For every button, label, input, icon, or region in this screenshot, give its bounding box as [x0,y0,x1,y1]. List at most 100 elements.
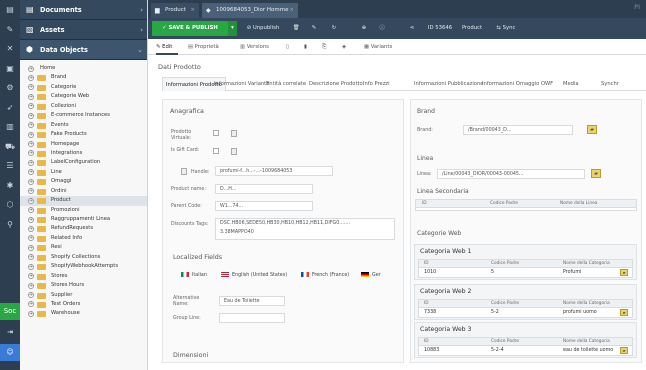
assets-accordion[interactable]: ▧ Assets › [20,20,147,40]
tree-item[interactable]: + Categorie [20,83,147,92]
pencil-icon[interactable]: ✎ [308,21,320,36]
tree-item[interactable]: + Categorie Web [20,92,147,101]
rocket-icon[interactable]: ➶ [0,98,20,118]
wrench-icon[interactable]: ✎ [0,20,20,40]
tree-item[interactable]: + Events [20,121,147,130]
field-tab[interactable]: Media [563,77,579,91]
label-icon[interactable]: ⎘ [322,39,326,55]
tree-item[interactable]: + RefundRequests [20,224,147,233]
alt-name-input[interactable]: Eau de Toilette [219,296,285,306]
save-dropdown-button[interactable]: ▾ [228,21,237,36]
user-avatar[interactable]: ☺ [0,344,20,361]
expand-icon[interactable]: + [28,178,34,185]
expand-icon[interactable]: + [28,131,34,138]
tree-item[interactable]: + Home [20,64,147,73]
cart-icon[interactable]: ⛟ [0,137,20,157]
expand-icon[interactable]: + [28,197,34,204]
tree-item[interactable]: + Omaggi [20,177,147,186]
tree-item[interactable]: + Shopify Collections [20,253,147,262]
field-tab[interactable]: Informazioni Omaggio OWF [482,77,553,91]
tree-item[interactable]: + Collezioni [20,102,147,111]
save-publish-button[interactable]: ✓ SAVE & PUBLISH [152,21,228,36]
field-tab[interactable]: Informazioni Variante [214,77,269,91]
expand-icon[interactable]: + [28,216,34,223]
tab-object[interactable]: ◆ 1009684053_Dior Homme × [202,3,298,18]
expand-icon[interactable]: + [28,112,34,119]
expand-icon[interactable]: + [28,122,34,129]
tree-item[interactable]: + Fake Products [20,130,147,139]
expand-icon[interactable]: + [28,150,34,157]
folder-open-icon[interactable]: ▰ [620,347,628,354]
tree-item[interactable]: + Warehouse [20,309,147,318]
giftcard-checkbox[interactable] [213,148,219,154]
tab-variants[interactable]: ▦ Variants [364,39,392,55]
expand-icon[interactable]: + [28,273,34,280]
list-icon[interactable]: ☰ [0,156,20,176]
tab-edit[interactable]: ✎ Edit [156,39,178,55]
expand-icon[interactable]: + [28,254,34,261]
field-tab[interactable]: Info Prezzi [363,77,390,91]
lang-tab-french[interactable]: French (France) [301,271,349,281]
file-icon[interactable]: ▤ [0,0,20,20]
expand-icon[interactable]: + [28,301,34,308]
expand-icon[interactable]: + [28,74,34,81]
logout-icon[interactable]: ⇥ [0,324,20,341]
expand-icon[interactable]: + [28,93,34,100]
tree-item[interactable]: + Product [20,196,147,206]
delete-icon[interactable]: 🗑 [290,21,302,36]
tree-item[interactable]: + Brand [20,73,147,82]
tree-item[interactable]: + Line [20,168,147,177]
tree-item[interactable]: + Stores [20,272,147,281]
unpublish-button[interactable]: ⊘ Unpublish [238,21,288,36]
tree-item[interactable]: + Stores Hours [20,281,147,290]
handle-input[interactable]: profumi-f...h...-...-1009684053 [215,166,333,176]
tag-icon[interactable]: ◈ [342,39,346,55]
tab-product[interactable]: ▆ Product × [151,3,199,18]
parent-input[interactable]: W1...74... [215,201,313,211]
lang-tab-english[interactable]: English (United States) [221,271,287,281]
expand-icon[interactable]: + [28,141,34,147]
data-objects-accordion[interactable]: ⬢ Data Objects ⌄ [20,40,147,60]
clipboard-icon[interactable]: ▯ [286,39,289,55]
search-icon[interactable]: ⚲ [0,215,20,235]
gear-icon[interactable]: ⚙ [0,78,20,98]
tree-item[interactable]: + Related Info [20,234,147,243]
expand-icon[interactable]: + [28,207,34,214]
close-icon[interactable]: × [289,3,294,18]
ecommerce-icon[interactable]: ⬡ [0,195,20,215]
tree-item[interactable]: + Ordini [20,187,147,196]
sync-button[interactable]: ⇆ Sync [488,21,524,36]
notification-badge[interactable]: Soc [0,303,20,320]
folder-open-icon[interactable]: ▰ [620,309,628,316]
virtual-checkbox[interactable] [213,130,219,136]
expand-icon[interactable]: + [28,159,34,166]
target-icon[interactable]: ⊕ [358,21,370,36]
expand-icon[interactable]: + [28,65,34,72]
group-line-input[interactable] [219,313,285,323]
tree-item[interactable]: + LabelConfiguration [20,158,147,167]
discount-input[interactable]: DSC.HB06,SEDE50,HB30,HB10,HB12,HB11,DIFG… [215,218,395,240]
expand-icon[interactable]: + [28,292,34,298]
field-tab[interactable]: Entità correlate [266,77,306,91]
tab-properties[interactable]: ▤ Proprietà [188,39,219,55]
folder-search-icon[interactable]: ▰ [591,169,601,178]
tree-item[interactable]: + ShopifyWebhookAttempts [20,262,147,271]
tree-item[interactable]: + Supplier [20,291,147,300]
expand-icon[interactable]: + [28,188,34,195]
expand-icon[interactable]: + [28,169,34,176]
field-tab[interactable]: Informazioni Pubblicazione [414,77,483,91]
expand-icon[interactable]: + [28,103,34,110]
share-icon[interactable]: ⋖ [406,21,418,36]
name-input[interactable]: D...H... [215,184,313,194]
field-tab[interactable]: Descrizione Prodotto [309,77,363,91]
folder-search-icon[interactable]: ▰ [587,125,597,134]
expand-icon[interactable]: + [28,244,34,251]
tree-item[interactable]: + Promozioni [20,206,147,215]
tree-item[interactable]: + Test Orders [20,300,147,309]
info-icon[interactable]: ⓘ [376,21,388,36]
expand-icon[interactable]: + [28,310,34,317]
brand-input[interactable]: /Brand/00043_D... [463,125,573,135]
expand-icon[interactable]: + [28,235,34,242]
linea-input[interactable]: /Line/00043_DIOR/00043-00045... [437,169,585,179]
expand-icon[interactable]: + [28,84,34,91]
